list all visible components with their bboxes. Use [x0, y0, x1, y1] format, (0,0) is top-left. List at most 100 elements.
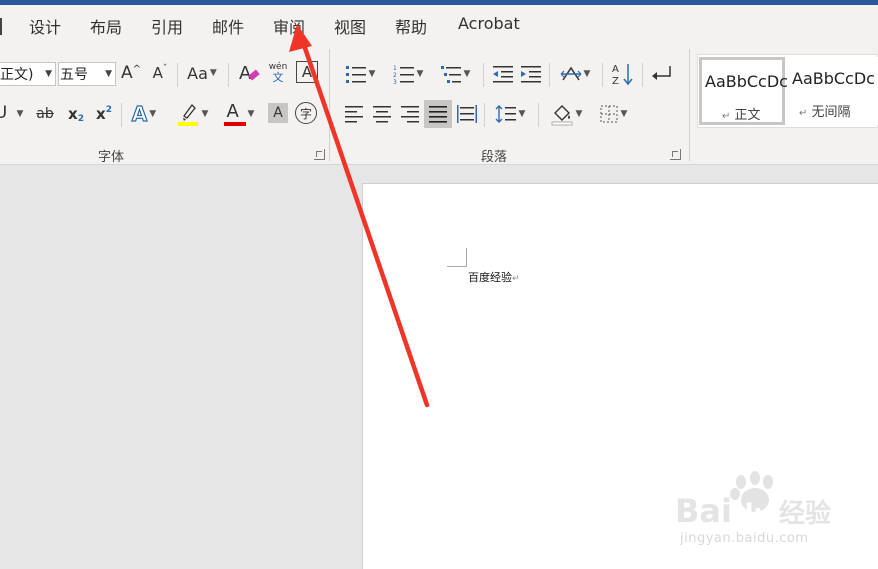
watermark-logo-bai: Bai: [675, 492, 732, 530]
divider: [484, 103, 485, 127]
chevron-down-icon: ▼: [583, 69, 591, 79]
shrink-font-icon: A: [152, 64, 163, 82]
strikethrough-button[interactable]: ab: [34, 102, 56, 126]
chevron-down-icon: ▼: [16, 109, 24, 119]
paint-bucket-icon: [551, 105, 572, 126]
numbering-button[interactable]: 1 2 3 ▼: [388, 62, 428, 86]
divider: [228, 63, 229, 87]
character-shading-icon: A: [273, 105, 283, 121]
phonetic-guide-button[interactable]: wén 文: [266, 58, 290, 88]
paragraph-mark-icon: ↵: [722, 111, 731, 122]
paragraph-group-label: 段落: [481, 150, 508, 165]
divider: [177, 63, 178, 87]
highlight-color-button[interactable]: ▼: [172, 100, 212, 128]
justify-button[interactable]: [424, 100, 452, 128]
style-sample-text: AaBbCcDc: [792, 69, 875, 88]
caret-down-icon: ˇ: [162, 64, 168, 74]
divider: [121, 103, 122, 127]
shading-button[interactable]: ▼: [545, 101, 587, 127]
font-color-button[interactable]: A ▼: [218, 100, 260, 128]
font-color-swatch: [223, 122, 246, 126]
watermark-logo-jingyan: 经验: [779, 498, 831, 529]
character-shading-button[interactable]: A: [268, 103, 288, 123]
grow-font-button[interactable]: A ^: [119, 61, 143, 85]
watermark-logo-du: du: [735, 499, 772, 529]
text-effects-button[interactable]: A ▼: [126, 101, 162, 127]
bullets-button[interactable]: ▼: [340, 62, 380, 86]
clear-formatting-button[interactable]: A: [236, 60, 262, 86]
divider: [642, 63, 643, 87]
text-effects-icon: A: [131, 101, 148, 126]
chevron-down-icon[interactable]: ▼: [105, 69, 112, 79]
sort-button[interactable]: A Z: [610, 60, 636, 88]
align-center-button[interactable]: [370, 102, 394, 126]
style-name-label: ↵ 正文: [722, 104, 761, 123]
line-spacing-button[interactable]: ▼: [490, 102, 530, 126]
tab-design[interactable]: 设计: [29, 14, 61, 38]
decrease-indent-icon: [493, 66, 513, 83]
clear-formatting-icon: A: [239, 63, 260, 84]
chevron-down-icon: ▼: [368, 69, 376, 79]
margin-corner-mark: [466, 248, 467, 266]
divider: [549, 63, 550, 87]
tab-view[interactable]: 视图: [334, 14, 366, 38]
font-group-label: 字体: [98, 150, 125, 165]
ribbon-tabs: 设计 布局 引用 邮件 审阅 视图 帮助 Acrobat: [0, 5, 878, 45]
character-border-button[interactable]: A: [296, 61, 318, 83]
tab-help[interactable]: 帮助: [395, 14, 427, 38]
font-name-combo[interactable]: 正文) ▼: [0, 62, 56, 86]
show-marks-button[interactable]: [648, 62, 674, 86]
distributed-button[interactable]: [455, 102, 479, 126]
superscript-mark: 2: [105, 105, 112, 115]
borders-button[interactable]: ▼: [592, 102, 634, 126]
borders-icon: [600, 105, 618, 123]
enclose-characters-icon: 字: [299, 106, 312, 121]
phonetic-guide-bottom: 文: [272, 71, 284, 84]
chinese-layout-button[interactable]: ▼: [556, 62, 594, 86]
font-size-combo[interactable]: 五号 ▼: [58, 62, 116, 86]
superscript-button[interactable]: x2: [93, 102, 115, 126]
align-center-icon: [373, 106, 391, 123]
tab-review[interactable]: 审阅: [273, 14, 305, 38]
chevron-down-icon: ▼: [209, 68, 217, 78]
decrease-indent-button[interactable]: [491, 62, 515, 86]
svg-text:A: A: [612, 64, 619, 75]
paragraph-mark-icon: ↵: [799, 108, 808, 119]
chevron-down-icon: ▼: [416, 69, 424, 79]
tab-mailings[interactable]: 邮件: [212, 14, 244, 38]
sort-az-icon: A Z: [612, 64, 633, 87]
chevron-down-icon: ▼: [620, 109, 628, 119]
style-normal[interactable]: AaBbCcDc ↵ 正文: [699, 57, 788, 125]
watermark-url: jingyan.baidu.com: [680, 531, 809, 546]
enclose-characters-button[interactable]: 字: [295, 102, 317, 124]
document-text[interactable]: 百度经验↵: [468, 269, 520, 285]
margin-corner-mark: [447, 266, 467, 267]
align-right-button[interactable]: [398, 102, 422, 126]
line-spacing-icon: [495, 105, 516, 123]
bullet-list-icon: [345, 66, 366, 83]
font-dialog-launcher-icon[interactable]: [314, 149, 325, 160]
multilevel-list-button[interactable]: ▼: [435, 62, 475, 86]
align-left-button[interactable]: [342, 102, 366, 126]
group-divider: [689, 49, 690, 161]
tab-acrobat[interactable]: Acrobat: [458, 14, 520, 33]
font-color-letter: A: [226, 101, 239, 122]
underline-icon: U: [0, 103, 8, 123]
chevron-down-icon: ▼: [201, 109, 209, 119]
group-divider: [329, 49, 330, 161]
change-case-button[interactable]: Aa ▼: [183, 61, 221, 85]
tab-layout[interactable]: 布局: [90, 14, 122, 38]
chevron-down-icon[interactable]: ▼: [45, 69, 52, 79]
numbered-list-icon: 1 2 3: [393, 65, 414, 84]
document-paragraph[interactable]: 百度经验: [468, 271, 512, 284]
underline-dropdown[interactable]: ▼: [12, 104, 26, 124]
style-no-spacing[interactable]: AaBbCcDc ↵ 无间隔: [789, 57, 878, 125]
paragraph-dialog-launcher-icon[interactable]: [670, 149, 681, 160]
shrink-font-button[interactable]: Aˇ: [148, 61, 172, 85]
tab-references[interactable]: 引用: [151, 14, 183, 38]
increase-indent-button[interactable]: [519, 62, 543, 86]
subscript-mark: 2: [77, 114, 84, 124]
underline-button[interactable]: U: [0, 102, 8, 124]
divider: [538, 103, 539, 127]
subscript-button[interactable]: x2: [65, 102, 87, 126]
